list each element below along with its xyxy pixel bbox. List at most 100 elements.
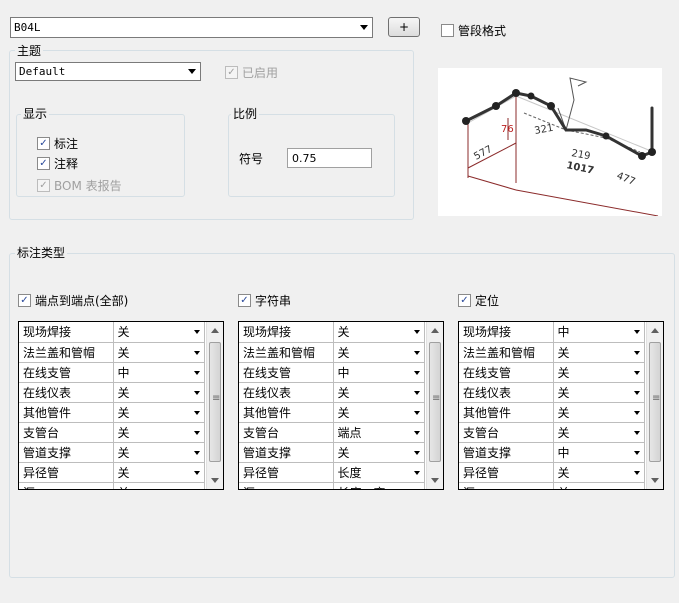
row-value-dropdown[interactable]: 关 bbox=[113, 342, 205, 363]
row-value-dropdown[interactable]: 长度 bbox=[333, 462, 425, 483]
row-value: 关 bbox=[117, 325, 130, 340]
scroll-thumb[interactable] bbox=[649, 342, 661, 462]
chevron-down-icon bbox=[633, 350, 640, 355]
display-dimension-checkbox[interactable]: 标注 bbox=[37, 135, 78, 152]
row-value: 关 bbox=[337, 385, 350, 400]
table-row: 异径管 长度 bbox=[239, 462, 425, 483]
display-annotation-checkbox[interactable]: 注释 bbox=[37, 155, 78, 172]
row-value: 关 bbox=[117, 345, 130, 360]
row-value: 中 bbox=[557, 445, 570, 460]
checkbox-box[interactable] bbox=[225, 66, 238, 79]
row-item-label: 汇 bbox=[19, 482, 114, 489]
row-value: 关 bbox=[337, 325, 350, 340]
row-item-label: 在线支管 bbox=[459, 362, 554, 383]
dim-1017: 1017 bbox=[565, 160, 595, 177]
row-value-dropdown[interactable]: 关 bbox=[333, 442, 425, 463]
row-value-dropdown[interactable]: 关 bbox=[553, 462, 645, 483]
row-value-dropdown[interactable]: 关 bbox=[553, 342, 645, 363]
row-value-dropdown[interactable]: 中 bbox=[113, 362, 205, 383]
chevron-down-icon bbox=[413, 430, 420, 435]
checkbox-box[interactable] bbox=[18, 294, 31, 307]
row-value-dropdown[interactable]: 中 bbox=[333, 362, 425, 383]
row-value: 关 bbox=[117, 385, 130, 400]
theme-combo[interactable]: Default bbox=[15, 62, 201, 81]
row-value-dropdown[interactable]: 关 bbox=[113, 382, 205, 403]
row-value-dropdown[interactable]: 中 bbox=[553, 442, 645, 463]
scroll-up-icon[interactable] bbox=[651, 328, 659, 333]
row-value-dropdown[interactable]: 关 bbox=[553, 382, 645, 403]
table-row: 其他管件关 bbox=[459, 402, 645, 423]
scrollbar[interactable] bbox=[206, 322, 223, 489]
checkbox-box[interactable] bbox=[238, 294, 251, 307]
row-value-dropdown[interactable]: 关 bbox=[333, 322, 425, 343]
row-value-dropdown[interactable]: 关 bbox=[113, 422, 205, 443]
position-checkbox[interactable]: 定位 bbox=[458, 292, 499, 309]
add-button[interactable]: + bbox=[388, 17, 420, 37]
scroll-down-icon[interactable] bbox=[651, 478, 659, 483]
table-row: 汇长度 - 弯 bbox=[239, 482, 425, 490]
row-value: 关 bbox=[557, 385, 570, 400]
row-value: 关 bbox=[558, 486, 570, 490]
symbol-scale-input[interactable]: 0.75 bbox=[287, 148, 372, 168]
theme-combo-value: Default bbox=[19, 65, 66, 78]
row-value: 端点 bbox=[337, 425, 362, 440]
row-value-dropdown[interactable]: 长度 - 弯 bbox=[333, 482, 425, 490]
row-value: 长度 - 弯 bbox=[338, 486, 386, 490]
scale-group-label: 比例 bbox=[231, 105, 260, 122]
row-value: 中 bbox=[117, 365, 130, 380]
end-to-end-checkbox[interactable]: 端点到端点(全部) bbox=[18, 292, 128, 309]
checkbox-box[interactable] bbox=[441, 24, 454, 37]
chevron-down-icon bbox=[193, 330, 200, 334]
string-checkbox[interactable]: 字符串 bbox=[238, 292, 291, 309]
row-value-dropdown[interactable]: 关 bbox=[113, 442, 205, 463]
row-value-dropdown[interactable]: 关 bbox=[553, 482, 645, 490]
row-value-dropdown[interactable]: 关 bbox=[113, 402, 205, 423]
chevron-down-icon bbox=[413, 410, 420, 415]
row-value-dropdown[interactable]: 关 bbox=[553, 362, 645, 383]
enabled-checkbox[interactable]: 已启用 bbox=[225, 64, 278, 81]
scroll-down-icon[interactable] bbox=[211, 478, 219, 483]
scrollbar[interactable] bbox=[646, 322, 663, 489]
dim-321: 321 bbox=[534, 123, 555, 137]
row-item-label: 法兰盖和管帽 bbox=[239, 342, 334, 363]
row-value-dropdown[interactable]: 关 bbox=[113, 482, 205, 489]
row-value-dropdown[interactable]: 中 bbox=[553, 322, 645, 343]
chevron-down-icon bbox=[193, 450, 200, 455]
row-item-label: 异径管 bbox=[459, 462, 554, 483]
style-combo[interactable]: B04L bbox=[10, 17, 373, 38]
scroll-thumb[interactable] bbox=[429, 342, 441, 462]
table-row: 在线仪表关 bbox=[459, 382, 645, 403]
table-row: 汇关 bbox=[459, 482, 645, 490]
display-bom-report-checkbox[interactable]: BOM 表报告 bbox=[37, 177, 122, 194]
checkbox-box[interactable] bbox=[458, 294, 471, 307]
table-row: 现场焊接关 bbox=[19, 322, 205, 343]
checkbox-box[interactable] bbox=[37, 179, 50, 192]
row-value: 关 bbox=[117, 405, 130, 420]
scroll-down-icon[interactable] bbox=[431, 478, 439, 483]
row-value-dropdown[interactable]: 端点 bbox=[333, 422, 425, 443]
chevron-down-icon bbox=[360, 25, 368, 30]
row-value: 关 bbox=[337, 445, 350, 460]
row-value-dropdown[interactable]: 关 bbox=[333, 402, 425, 423]
row-value-dropdown[interactable]: 关 bbox=[113, 322, 205, 343]
scroll-thumb[interactable] bbox=[209, 342, 221, 462]
scroll-up-icon[interactable] bbox=[211, 328, 219, 333]
row-item-label: 管道支撑 bbox=[19, 442, 114, 463]
row-value-dropdown[interactable]: 关 bbox=[113, 462, 205, 483]
chevron-down-icon bbox=[633, 470, 640, 475]
row-value-dropdown[interactable]: 关 bbox=[553, 422, 645, 443]
chevron-down-icon bbox=[413, 350, 420, 355]
checkbox-box[interactable] bbox=[37, 157, 50, 170]
dim-219: 219 bbox=[570, 148, 591, 162]
checkbox-box[interactable] bbox=[37, 137, 50, 150]
row-value-dropdown[interactable]: 关 bbox=[333, 382, 425, 403]
pipe-segment-format-checkbox[interactable]: 管段格式 bbox=[441, 22, 506, 39]
scroll-up-icon[interactable] bbox=[431, 328, 439, 333]
dimension-types-group-label: 标注类型 bbox=[15, 244, 68, 261]
row-value-dropdown[interactable]: 关 bbox=[333, 342, 425, 363]
row-item-label: 异径管 bbox=[19, 462, 114, 483]
row-item-label: 法兰盖和管帽 bbox=[459, 342, 554, 363]
scrollbar[interactable] bbox=[426, 322, 443, 489]
row-item-label: 现场焊接 bbox=[19, 322, 114, 343]
row-value-dropdown[interactable]: 关 bbox=[553, 402, 645, 423]
